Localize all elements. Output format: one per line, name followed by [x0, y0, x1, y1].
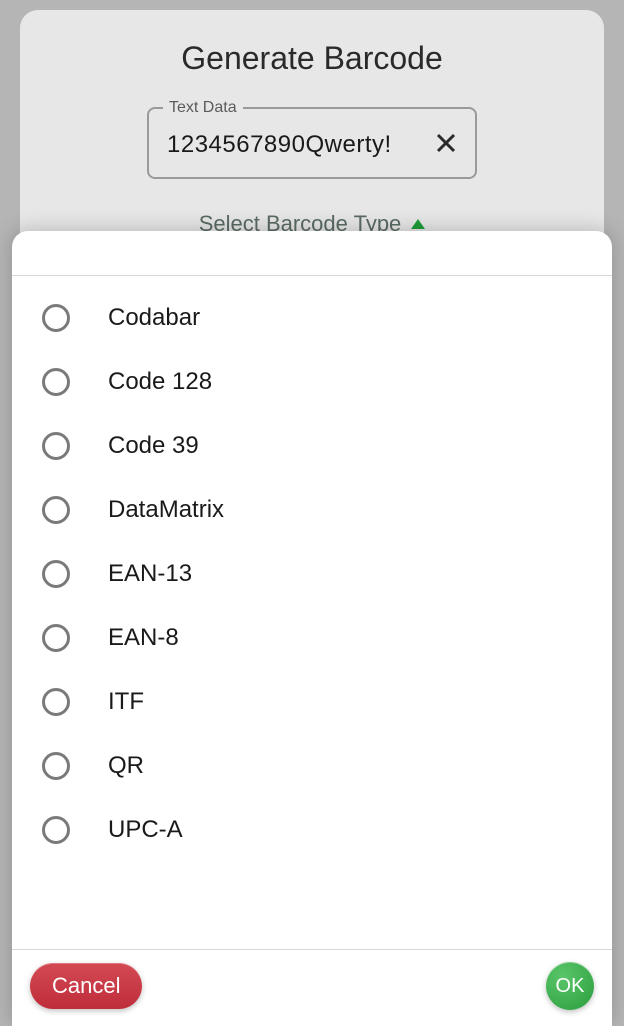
page-title: Generate Barcode [40, 40, 584, 77]
cancel-button[interactable]: Cancel [30, 963, 142, 1009]
radio-icon [42, 368, 70, 396]
radio-icon [42, 496, 70, 524]
text-data-input[interactable]: Text Data 1234567890Qwerty! [147, 107, 477, 179]
radio-icon [42, 688, 70, 716]
radio-icon [42, 432, 70, 460]
option-code39[interactable]: Code 39 [12, 414, 612, 478]
option-label: Codabar [108, 304, 200, 332]
option-qr[interactable]: QR [12, 734, 612, 798]
text-data-label: Text Data [163, 99, 243, 117]
option-label: Code 39 [108, 432, 199, 460]
option-label: ITF [108, 688, 144, 716]
sheet-header-spacer [12, 231, 612, 275]
radio-icon [42, 304, 70, 332]
barcode-type-dropdown: Codabar Code 128 Code 39 DataMatrix EAN-… [12, 231, 612, 1026]
sheet-footer: Cancel OK [12, 950, 612, 1026]
chevron-up-icon [411, 219, 425, 229]
option-upca[interactable]: UPC-A [12, 798, 612, 862]
text-data-value: 1234567890Qwerty! [167, 131, 392, 159]
radio-icon [42, 816, 70, 844]
radio-icon [42, 752, 70, 780]
option-label: Code 128 [108, 368, 212, 396]
option-label: QR [108, 752, 144, 780]
option-label: UPC-A [108, 816, 183, 844]
ok-button[interactable]: OK [546, 962, 594, 1010]
option-code128[interactable]: Code 128 [12, 350, 612, 414]
option-itf[interactable]: ITF [12, 670, 612, 734]
option-codabar[interactable]: Codabar [12, 286, 612, 350]
option-ean13[interactable]: EAN-13 [12, 542, 612, 606]
option-label: EAN-8 [108, 624, 179, 652]
option-label: EAN-13 [108, 560, 192, 588]
option-label: DataMatrix [108, 496, 224, 524]
option-datamatrix[interactable]: DataMatrix [12, 478, 612, 542]
clear-icon[interactable] [435, 132, 457, 158]
option-ean8[interactable]: EAN-8 [12, 606, 612, 670]
radio-icon [42, 560, 70, 588]
radio-icon [42, 624, 70, 652]
options-list: Codabar Code 128 Code 39 DataMatrix EAN-… [12, 276, 612, 949]
